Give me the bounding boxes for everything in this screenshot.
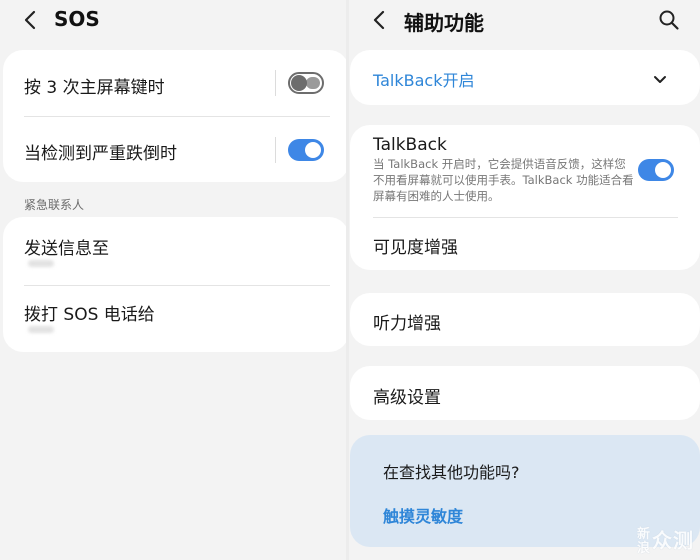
- contact-value: [28, 326, 54, 333]
- watermark: 新浪众测: [637, 528, 694, 556]
- send-message-label: 发送信息至: [24, 239, 109, 259]
- sos-toggles-card: 按 3 次主屏幕键时 当检测到严重跌倒时: [3, 50, 349, 182]
- search-icon[interactable]: [658, 9, 680, 31]
- advanced-label: 高级设置: [373, 388, 441, 408]
- contact-value: [28, 260, 54, 267]
- fall-detection-toggle[interactable]: [288, 139, 324, 161]
- accessibility-pane: 辅助功能 TalkBack开启 TalkBack 当 TalkBack 开启时，…: [349, 0, 700, 560]
- hearing-row[interactable]: 听力增强: [350, 293, 700, 346]
- touch-sensitivity-link[interactable]: 触摸灵敏度: [383, 503, 463, 527]
- triple-press-label: 按 3 次主屏幕键时: [24, 78, 165, 98]
- contacts-card: 发送信息至 拨打 SOS 电话给: [3, 217, 349, 352]
- accessibility-header: 辅助功能: [349, 0, 700, 40]
- row-divider: [275, 137, 276, 163]
- fall-detection-label: 当检测到严重跌倒时: [24, 144, 177, 164]
- help-question: 在查找其他功能吗?: [383, 463, 520, 482]
- sos-header: SOS: [0, 0, 346, 40]
- row-divider: [275, 70, 276, 96]
- back-arrow-icon[interactable]: [20, 8, 42, 32]
- send-message-row[interactable]: 发送信息至: [3, 217, 349, 284]
- page-title: 辅助功能: [404, 11, 484, 35]
- triple-press-toggle[interactable]: [288, 72, 324, 94]
- back-arrow-icon[interactable]: [369, 8, 391, 32]
- advanced-row[interactable]: 高级设置: [350, 366, 700, 420]
- sos-call-label: 拨打 SOS 电话给: [24, 305, 155, 325]
- watermark-big: 众测: [652, 528, 694, 553]
- emergency-contacts-heading: 紧急联系人: [24, 198, 85, 212]
- visibility-row[interactable]: 可见度增强: [350, 218, 700, 270]
- page-title: SOS: [54, 7, 100, 31]
- watermark-small: 新浪: [637, 527, 652, 556]
- hearing-label: 听力增强: [373, 314, 441, 334]
- talkback-dropdown-label: TalkBack开启: [373, 71, 475, 90]
- sos-pane: SOS 按 3 次主屏幕键时 当检测到严重跌倒时 紧急联系人 发送信息至 拨打 …: [0, 0, 349, 560]
- talkback-row[interactable]: TalkBack 当 TalkBack 开启时，它会提供语音反馈，这样您不用看屏…: [350, 125, 700, 217]
- talkback-dropdown[interactable]: TalkBack开启: [350, 50, 700, 105]
- talkback-card: TalkBack 当 TalkBack 开启时，它会提供语音反馈，这样您不用看屏…: [350, 125, 700, 270]
- chevron-down-icon: [653, 70, 667, 83]
- talkback-title: TalkBack: [373, 135, 447, 155]
- row-separator: [24, 116, 330, 117]
- visibility-label: 可见度增强: [373, 238, 458, 258]
- talkback-toggle[interactable]: [638, 159, 674, 181]
- sos-call-row[interactable]: 拨打 SOS 电话给: [3, 286, 349, 352]
- talkback-description: 当 TalkBack 开启时，它会提供语音反馈，这样您不用看屏幕就可以使用手表。…: [373, 157, 634, 203]
